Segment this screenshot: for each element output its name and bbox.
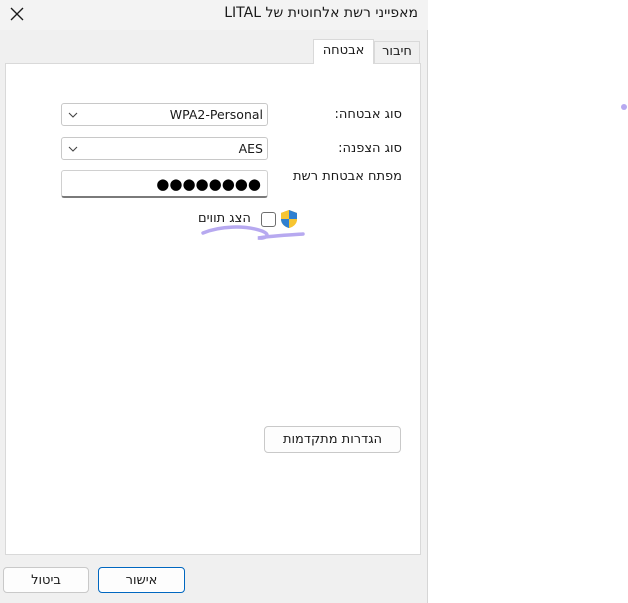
- title-bar: מאפייני רשת אלחוטית של LITAL: [0, 0, 428, 30]
- ok-button[interactable]: אישור: [98, 567, 185, 593]
- chevron-down-icon: [68, 112, 78, 118]
- wireless-properties-dialog: מאפייני רשת אלחוטית של LITAL חיבור אבטחה…: [0, 0, 428, 603]
- tab-security[interactable]: אבטחה: [313, 39, 374, 64]
- network-key-value: ●●●●●●●●: [156, 175, 261, 193]
- annotation-scribble: [201, 225, 305, 240]
- encryption-type-label: סוג הצפנה:: [338, 141, 402, 156]
- security-type-value: WPA2-Personal: [169, 107, 263, 122]
- cancel-button[interactable]: ביטול: [3, 567, 89, 593]
- encryption-type-value: AES: [238, 141, 263, 156]
- security-type-label: סוג אבטחה:: [334, 107, 402, 122]
- window-title: מאפייני רשת אלחוטית של LITAL: [224, 5, 418, 21]
- encryption-type-select[interactable]: AES: [61, 137, 268, 160]
- close-button[interactable]: [4, 2, 30, 26]
- chevron-down-icon: [68, 146, 78, 152]
- security-tab-panel: סוג אבטחה: WPA2-Personal סוג הצפנה: AES …: [5, 63, 421, 555]
- annotation-dot: [621, 104, 627, 110]
- network-key-label: מפתח אבטחת רשת: [292, 169, 402, 184]
- tab-connection[interactable]: חיבור: [374, 41, 420, 63]
- close-icon: [10, 7, 24, 21]
- network-key-input[interactable]: ●●●●●●●●: [61, 170, 268, 198]
- security-type-select[interactable]: WPA2-Personal: [61, 103, 268, 126]
- advanced-settings-button[interactable]: הגדרות מתקדמות: [264, 426, 401, 453]
